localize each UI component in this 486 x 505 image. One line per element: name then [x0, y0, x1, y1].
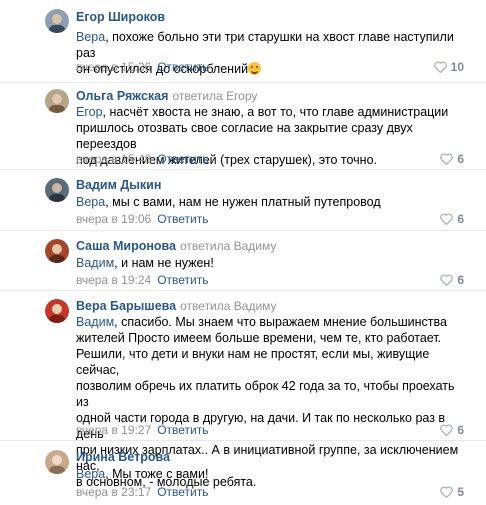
reply-link[interactable]: Ответить	[157, 485, 208, 499]
comment-timestamp[interactable]: вчера в 23:17	[76, 485, 151, 499]
comment-author[interactable]: Егор Широков	[76, 10, 165, 24]
heart-icon	[433, 61, 447, 74]
reply-link[interactable]: Ответить	[157, 212, 208, 226]
like-count: 10	[450, 60, 464, 74]
mention-link[interactable]: Егор	[76, 105, 103, 119]
rofl-emoji-icon	[248, 62, 262, 75]
mention-link[interactable]: Вадим	[76, 315, 114, 329]
comment-timestamp[interactable]: вчера в 15:36	[76, 60, 151, 74]
comment-timestamp[interactable]: вчера в 19:06	[76, 212, 151, 226]
comment: Вера Барышева ответила Вадиму Вадим, спас…	[0, 290, 486, 489]
mention-link[interactable]: Вера	[76, 467, 105, 481]
comment: Саша Миронова ответила Вадиму Вадим, и на…	[0, 230, 486, 291]
comment-author[interactable]: Ольга Ряжская	[76, 89, 168, 103]
like-count: 6	[457, 152, 464, 166]
like-button[interactable]: 10	[433, 60, 464, 74]
like-button[interactable]: 6	[440, 423, 464, 437]
like-button[interactable]: 6	[440, 152, 464, 166]
comment-author[interactable]: Саша Миронова	[76, 239, 176, 253]
avatar[interactable]	[45, 239, 69, 263]
reply-link[interactable]: Ответить	[157, 60, 208, 74]
comment-timestamp[interactable]: вчера в 15:48	[76, 152, 151, 166]
comment-text: Вера, Мы тоже с вами!	[76, 467, 209, 481]
comment: Ольга Ряжская ответила Егору Егор, насчёт…	[0, 82, 486, 170]
reply-link[interactable]: Ответить	[157, 152, 208, 166]
heart-icon	[440, 486, 454, 499]
heart-icon	[440, 213, 454, 226]
reply-to-label[interactable]: ответила Егору	[172, 89, 257, 103]
comment-timestamp[interactable]: вчера в 19:27	[76, 423, 151, 437]
avatar[interactable]	[45, 178, 69, 202]
mention-link[interactable]: Вера	[76, 30, 105, 44]
comment: Егор Широков Вера, похоже больно эти три…	[0, 0, 486, 82]
like-count: 5	[457, 485, 464, 499]
avatar[interactable]	[45, 89, 69, 113]
comments-thread: Егор Широков Вера, похоже больно эти три…	[0, 0, 486, 504]
comment-timestamp[interactable]: вчера в 19:24	[76, 273, 151, 287]
like-button[interactable]: 5	[440, 485, 464, 499]
comment-text: Вадим, и нам не нужен!	[76, 256, 214, 270]
reply-link[interactable]: Ответить	[157, 273, 208, 287]
heart-icon	[440, 274, 454, 287]
like-count: 6	[457, 273, 464, 287]
avatar[interactable]	[45, 299, 69, 323]
like-button[interactable]: 6	[440, 212, 464, 226]
reply-to-label[interactable]: ответила Вадиму	[180, 299, 276, 313]
like-count: 6	[457, 212, 464, 226]
like-count: 6	[457, 423, 464, 437]
comment: Вадим Дыкин Вера, мы с вами, нам не нуже…	[0, 169, 486, 231]
avatar[interactable]	[45, 9, 69, 33]
comment-author[interactable]: Ирина Ветрова	[76, 450, 170, 464]
heart-icon	[440, 153, 454, 166]
mention-link[interactable]: Вера	[76, 195, 105, 209]
mention-link[interactable]: Вадим	[76, 256, 114, 270]
avatar[interactable]	[45, 450, 69, 474]
comment-text: Вера, мы с вами, нам не нужен платный пу…	[76, 195, 381, 209]
comment-author[interactable]: Вадим Дыкин	[76, 178, 161, 192]
heart-icon	[440, 424, 454, 437]
comment: Ирина Ветрова Вера, Мы тоже с вами! вчер…	[0, 440, 486, 505]
reply-to-label[interactable]: ответила Вадиму	[180, 239, 276, 253]
comment-author[interactable]: Вера Барышева	[76, 299, 176, 313]
reply-link[interactable]: Ответить	[157, 423, 208, 437]
like-button[interactable]: 6	[440, 273, 464, 287]
